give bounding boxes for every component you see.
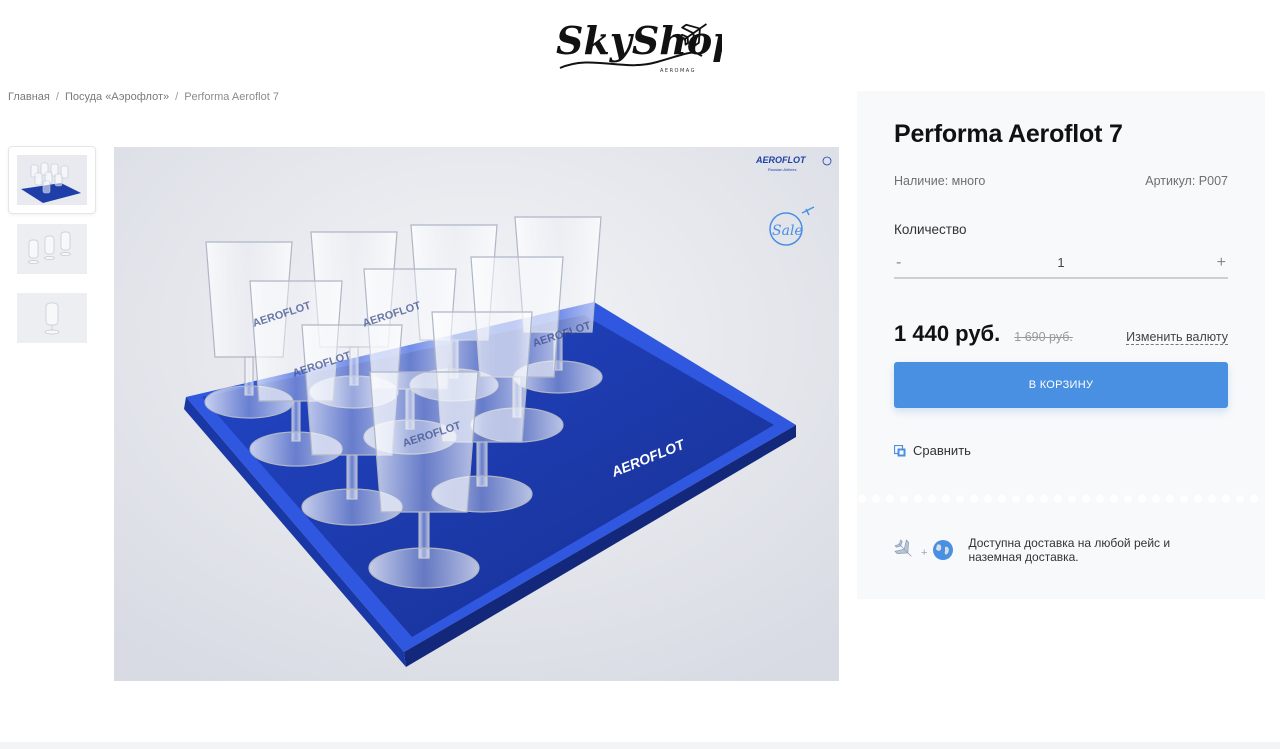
product-main-image[interactable]: AEROFLOT AEROFLOT AEROFLOT AEROFLOT AERO… bbox=[114, 147, 839, 681]
compare-icon bbox=[894, 444, 906, 457]
quantity-decrease-button[interactable]: - bbox=[894, 251, 918, 275]
breadcrumb-separator: / bbox=[55, 91, 59, 103]
breadcrumb-separator: / bbox=[175, 91, 179, 103]
breadcrumb-category[interactable]: Посуда «Аэрофлот» bbox=[65, 91, 169, 103]
delivery-text: Доступна доставка на любой рейс и наземн… bbox=[968, 536, 1171, 564]
add-to-cart-button[interactable]: В КОРЗИНУ bbox=[894, 362, 1228, 408]
dotted-divider bbox=[858, 495, 1258, 503]
price-row: 1 440 руб. 1 690 руб. Изменить валюту bbox=[894, 321, 1228, 347]
plane-icon bbox=[894, 539, 916, 566]
current-price: 1 440 руб. bbox=[894, 321, 1001, 346]
thumbnail-image-single-glass bbox=[17, 293, 87, 343]
change-currency-link[interactable]: Изменить валюту bbox=[1126, 330, 1228, 345]
thumbnail-list bbox=[8, 146, 96, 353]
quantity-stepper: - + bbox=[894, 248, 1228, 279]
availability-text: Наличие: много bbox=[894, 174, 986, 188]
sku-text: Артикул: P007 bbox=[1145, 174, 1228, 188]
sale-badge-text: Sale bbox=[772, 223, 803, 239]
globe-icon bbox=[932, 539, 954, 566]
breadcrumb-home[interactable]: Главная bbox=[8, 91, 50, 103]
site-logo[interactable]: SkyShop AEROMAG bbox=[552, 10, 722, 76]
breadcrumb: Главная / Посуда «Аэрофлот» / Performa A… bbox=[8, 91, 279, 103]
thumbnail-1[interactable] bbox=[8, 146, 96, 214]
thumbnail-image-glasses bbox=[17, 224, 87, 274]
site-header: SkyShop AEROMAG bbox=[0, 0, 1280, 88]
quantity-label: Количество bbox=[894, 222, 967, 237]
delivery-plus: + bbox=[921, 546, 928, 559]
thumbnail-image-tray bbox=[17, 155, 87, 205]
breadcrumb-current: Performa Aeroflot 7 bbox=[184, 91, 279, 103]
product-meta: Наличие: много Артикул: P007 bbox=[894, 174, 1228, 188]
compare-label: Сравнить bbox=[913, 443, 971, 458]
thumbnail-2[interactable] bbox=[8, 215, 96, 283]
old-price: 1 690 руб. bbox=[1014, 330, 1073, 344]
compare-button[interactable]: Сравнить bbox=[894, 443, 971, 458]
quantity-input[interactable] bbox=[1021, 255, 1101, 270]
thumbnail-3[interactable] bbox=[8, 284, 96, 352]
logo-text: SkyShop bbox=[556, 18, 722, 63]
product-title: Performa Aeroflot 7 bbox=[894, 120, 1123, 148]
logo-subtext: AEROMAG bbox=[660, 68, 696, 74]
product-photo: AEROFLOT AEROFLOT AEROFLOT AEROFLOT AERO… bbox=[114, 147, 839, 681]
delivery-info: + Доступна доставка на любой рейс и назе… bbox=[894, 536, 1188, 566]
watermark-brand: AEROFLOT bbox=[755, 155, 807, 165]
quantity-increase-button[interactable]: + bbox=[1204, 251, 1228, 275]
product-info-panel: Performa Aeroflot 7 Наличие: много Артик… bbox=[857, 91, 1265, 599]
delivery-icons: + bbox=[894, 539, 954, 566]
footer-divider bbox=[0, 742, 1280, 749]
watermark-brand-sub: Russian Airlines bbox=[768, 167, 796, 172]
